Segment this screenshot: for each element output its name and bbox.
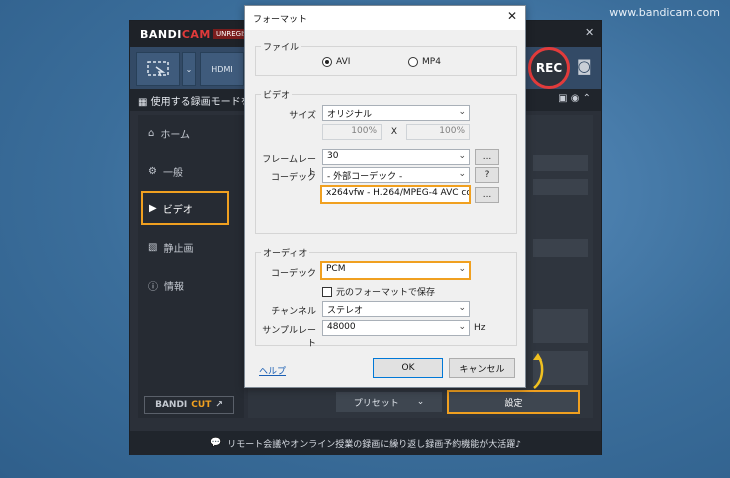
screen-mode-button[interactable]: [136, 52, 180, 86]
panel-row: [533, 179, 588, 195]
size-select[interactable]: オリジナル ⌄: [322, 105, 470, 121]
channel-label: チャンネル: [271, 307, 316, 317]
chevron-down-icon: ⌄: [458, 303, 466, 313]
audio-codec-select[interactable]: PCM ⌄: [320, 261, 471, 280]
width-percent-field: 100%: [322, 124, 382, 140]
sidebar-item-home[interactable]: ⌂ ホーム: [148, 123, 190, 143]
file-group-label: ファイル: [261, 40, 302, 53]
radio-selected-icon: [322, 57, 332, 67]
grid-icon: ▦: [138, 97, 151, 108]
video-group-label: ビデオ: [261, 88, 293, 101]
panel-row: [533, 155, 588, 171]
samplerate-unit: Hz: [474, 323, 486, 333]
mode-bar-icons: ▣ ◉ ⌃: [558, 93, 591, 104]
keep-format-checkbox[interactable]: 元のフォーマットで保存: [322, 285, 435, 298]
mp4-radio[interactable]: MP4: [408, 57, 441, 67]
chat-icon: 💬: [210, 438, 222, 448]
watermark: www.bandicam.com: [609, 6, 720, 19]
codec-help-button[interactable]: ?: [475, 167, 499, 183]
file-group: ファイル AVI MP4: [255, 40, 517, 76]
gear-icon: ⚙: [148, 165, 157, 177]
ok-button[interactable]: OK: [373, 358, 443, 378]
footer-bar: 💬 リモート会議やオンライン授業の録画に繰り返し録画予約機能が大活躍♪: [130, 431, 601, 455]
samplerate-select[interactable]: 48000 ⌄: [322, 320, 470, 336]
close-window-icon[interactable]: ✕: [585, 26, 594, 39]
bandicut-button[interactable]: BANDI CUT ↗: [144, 396, 234, 414]
chevron-down-icon: ⌄: [458, 322, 466, 332]
screen-rect-icon: [147, 61, 169, 77]
settings-button[interactable]: 設定: [447, 390, 580, 414]
video-codec-select[interactable]: - 外部コーデック - ⌄: [322, 167, 470, 183]
preset-button[interactable]: プリセット ⌄: [336, 392, 442, 412]
rec-button[interactable]: REC: [528, 47, 570, 89]
video-codec-label: コーデック: [270, 173, 316, 183]
sidebar: ⌂ ホーム ⚙ 一般 ▶ ビデオ ▧ 静止画 ⓘ 情報: [138, 115, 244, 418]
external-codec-field[interactable]: x264vfw - H.264/MPEG-4 AVC codec: [320, 185, 471, 204]
codec-config-button[interactable]: ...: [475, 187, 499, 203]
cancel-button[interactable]: キャンセル: [449, 358, 515, 378]
help-link[interactable]: ヘルプ: [259, 364, 286, 377]
chevron-down-icon: ⌄: [458, 169, 466, 179]
screen-mode-dropdown[interactable]: ⌄: [182, 52, 196, 86]
video-group: ビデオ サイズ オリジナル ⌄ 100% X 100% フレームレート 30 ⌄…: [255, 88, 517, 234]
pointer-arrow-icon: [533, 353, 544, 389]
external-link-icon: ↗: [215, 400, 223, 410]
panel-row: [533, 239, 588, 257]
chevron-down-icon: ⌄: [185, 64, 193, 74]
audio-codec-label: コーデック: [270, 269, 316, 279]
samplerate-label: サンプルレート: [262, 326, 316, 349]
hdmi-mode-button[interactable]: HDMI: [200, 52, 244, 86]
footer-text[interactable]: リモート会議やオンライン授業の録画に繰り返し録画予約機能が大活躍♪: [227, 437, 521, 450]
audio-group-label: オーディオ: [261, 246, 310, 259]
hdmi-label: HDMI: [211, 64, 233, 74]
chevron-down-icon: ⌄: [458, 264, 466, 274]
sidebar-item-general[interactable]: ⚙ 一般: [148, 161, 183, 181]
dialog-titlebar: フォーマット ✕: [245, 6, 525, 30]
avi-radio[interactable]: AVI: [322, 57, 350, 67]
x-separator: X: [390, 127, 398, 137]
chevron-down-icon: ⌄: [458, 151, 466, 161]
dialog-title: フォーマット: [253, 15, 308, 25]
sidebar-item-video[interactable]: ▶ ビデオ: [141, 191, 229, 225]
audio-group: オーディオ コーデック PCM ⌄ 元のフォーマットで保存 チャンネル ステレオ…: [255, 246, 517, 349]
chevron-down-icon: ⌄: [458, 107, 466, 117]
sidebar-item-image[interactable]: ▧ 静止画: [148, 237, 193, 257]
info-icon: ⓘ: [148, 281, 158, 293]
video-icon: ▶: [149, 202, 157, 214]
framerate-select[interactable]: 30 ⌄: [322, 149, 470, 165]
radio-unselected-icon: [408, 57, 418, 67]
channel-select[interactable]: ステレオ ⌄: [322, 301, 470, 317]
sidebar-item-info[interactable]: ⓘ 情報: [148, 275, 184, 295]
home-icon: ⌂: [148, 127, 155, 139]
image-icon: ▧: [148, 241, 158, 253]
checkbox-icon: [322, 286, 332, 297]
height-percent-field: 100%: [406, 124, 470, 140]
format-dialog: フォーマット ✕ ファイル AVI MP4 ビデオ サイズ オリジナル ⌄ 10…: [244, 5, 526, 388]
chevron-down-icon: ⌄: [416, 397, 425, 407]
brand-logo: BANDICAM: [140, 28, 211, 41]
panel-row: [533, 309, 588, 343]
size-label: サイズ: [289, 111, 316, 121]
close-icon[interactable]: ✕: [507, 9, 517, 23]
camera-icon[interactable]: ◙: [577, 57, 592, 75]
framerate-more-button[interactable]: ...: [475, 149, 499, 165]
